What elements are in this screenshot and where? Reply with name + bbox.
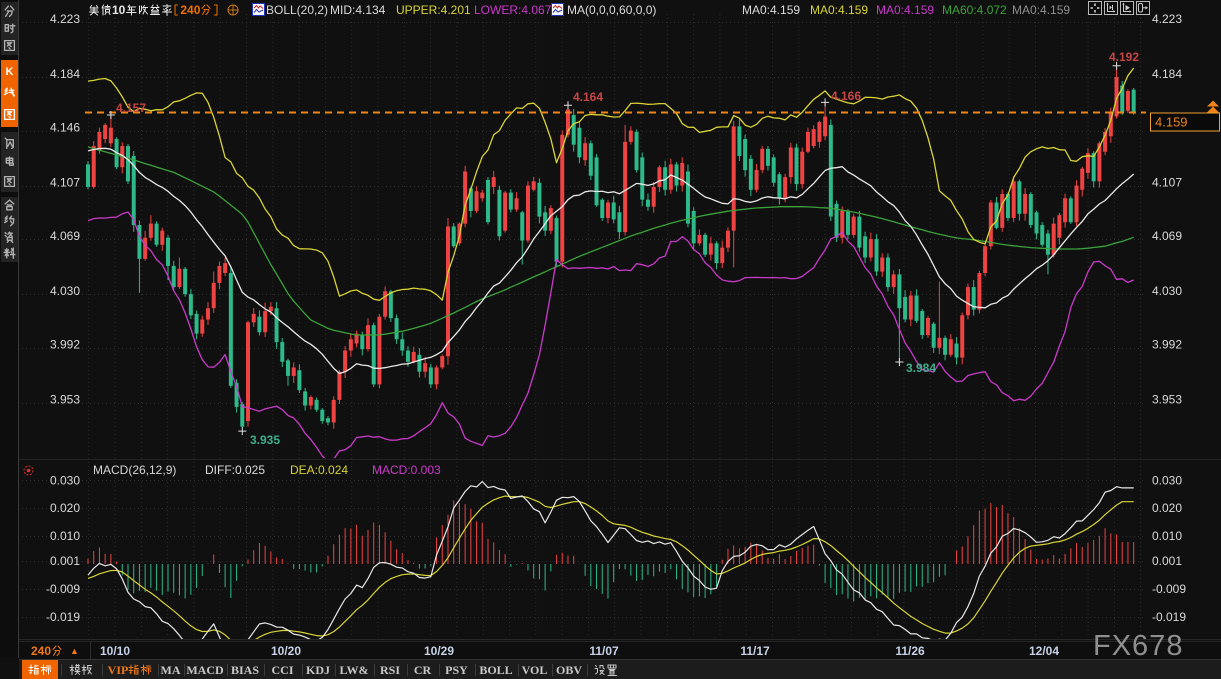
grid-layer (22, 14, 1146, 638)
boll-legend-item: BOLL(20,2) (266, 0, 328, 19)
macd-indicator-icon (22, 464, 35, 477)
price-axis-label-right: 4.184 (1152, 67, 1182, 81)
toolbar-button-ma[interactable]: MA (160, 660, 181, 679)
toolbar-button-vol[interactable]: VOL (520, 660, 549, 679)
toolbar-button-obv[interactable]: OBV (554, 660, 584, 679)
price-axis-label-right: 4.069 (1152, 229, 1182, 243)
toolbar-button-psy[interactable]: PSY (441, 660, 472, 679)
bottom-toolbar: VIPMA MACD BIAS CCI KDJ LW&RSI CR PSY BOLL VOL OBV (19, 659, 1221, 679)
macd-legend-item: DEA:0.024 (290, 461, 348, 479)
ma-legend-item: MA0:4.159 (742, 0, 800, 19)
x-axis-date: 12/04 (1029, 644, 1059, 658)
toolbar-button-kdj[interactable]: KDJ (304, 660, 332, 679)
axis-separator (90, 642, 91, 659)
macd-axis-label-left: -0.009 (46, 582, 80, 596)
ma-legend-name: MA(0,0,0,60,0,0) (567, 0, 656, 19)
macd-legend-item: DIFF:0.025 (205, 461, 265, 479)
price-axis-label-left: 4.069 (50, 229, 80, 243)
price-axis-label-right: 3.953 (1152, 393, 1182, 407)
toolbar-button-settings[interactable] (589, 660, 622, 679)
macd-legend-row: MACD(26,12,9) DIFF:0.025 DEA:0.024 MACD:0.0… (0, 461, 1221, 479)
boll-legend-item: MID:4.134 (330, 0, 385, 19)
x-axis-row: 240▲ 10/10 10/20 10/29 11/07 11/17 11/26 12/04 (19, 641, 1221, 659)
toolbar-button-indicator[interactable] (22, 660, 58, 679)
price-annotation: 4.192 (1109, 50, 1139, 64)
ma-legend (551, 0, 568, 19)
boll-upper-line (88, 68, 1134, 300)
period-label[interactable]: 240▲ (31, 644, 79, 658)
price-axis-label-left: 4.184 (50, 67, 80, 81)
x-axis-date: 10/20 (271, 644, 301, 658)
macd-legend-item: MACD(26,12,9) (93, 461, 176, 479)
chart-title: 10240 (88, 0, 239, 19)
price-axis-label-right: 3.992 (1152, 338, 1182, 352)
indicator-legend-bar: 10240 BOLL(20,2)MID:4.134 UPPER:4.201LOWER… (0, 0, 1221, 19)
trading-terminal-window: 4.2234.2234.1844.1844.1464.1464.1074.107… (0, 0, 1221, 679)
macd-axis-label-right: -0.019 (1152, 610, 1186, 624)
toolbar-button-template[interactable] (63, 660, 99, 679)
toolbar-button-boll[interactable]: BOLL (477, 660, 515, 679)
sidebar-tab-3[interactable] (1, 132, 18, 192)
macd-axis-label-left: 0.001 (50, 554, 80, 568)
candles-layer (86, 66, 1136, 429)
left-tab-strip: K (0, 0, 19, 658)
watermark: FX678 (1093, 630, 1183, 663)
price-annotation: 3.984 (906, 361, 936, 375)
ma-legend-item: MA0:4.159 (1012, 0, 1070, 19)
add-indicator-icon[interactable] (227, 4, 239, 16)
play-forward-icon[interactable] (1120, 1, 1134, 15)
toolbar-button-cr[interactable]: CR (409, 660, 436, 679)
zoom-to-start-icon[interactable] (1104, 1, 1118, 15)
toolbar-button-rsi[interactable]: RSI (376, 660, 404, 679)
ma-legend-item: MA0:4.159 (810, 0, 868, 19)
macd-axis-label-left: 0.020 (50, 501, 80, 515)
x-axis-date: 11/17 (740, 644, 769, 658)
price-annotation: 3.935 (250, 433, 280, 447)
x-axis-date: 11/26 (895, 644, 924, 658)
macd-axis-label-right: -0.009 (1152, 582, 1186, 596)
boll-legend-item: UPPER:4.201 (396, 0, 471, 19)
x-axis-date: 10/10 (100, 644, 130, 658)
ma-legend-item: MA0:4.159 (876, 0, 934, 19)
macd-axis-label-left: -0.019 (46, 610, 80, 624)
toolbar-button-lw[interactable]: LW& (337, 660, 371, 679)
price-axis-label-left: 3.992 (50, 338, 80, 352)
macd-axis-label-right: 0.001 (1152, 554, 1182, 568)
price-annotation: 4.164 (573, 90, 603, 104)
exit-pane-icon[interactable] (1136, 1, 1150, 15)
candlestick-chart-canvas[interactable]: 4.2234.2234.1844.1844.1464.1464.1074.107… (0, 0, 1221, 679)
ma-legend-item: MA60:4.072 (942, 0, 1007, 19)
price-axis-label-left: 4.030 (50, 284, 80, 298)
boll-legend-item: LOWER:4.067 (474, 0, 551, 19)
toolbar-button-vip-indicator[interactable]: VIP (104, 660, 156, 679)
macd-dea-line (88, 496, 1134, 643)
price-annotation: 4.157 (116, 101, 146, 115)
macd-legend-item: MACD:0.003 (372, 461, 441, 479)
current-price-value: 4.159 (1155, 115, 1188, 130)
x-axis-date: 10/29 (424, 644, 454, 658)
price-axis-label-right: 4.030 (1152, 284, 1182, 298)
macd-axis-label-left: 0.010 (50, 529, 80, 543)
sidebar-tab-4[interactable] (1, 197, 18, 262)
x-axis-date: 11/07 (589, 644, 618, 658)
macd-axis-label-right: 0.010 (1152, 529, 1182, 543)
sidebar-tab-2[interactable]: K (1, 60, 18, 127)
price-axis-label-left: 3.953 (50, 393, 80, 407)
price-axis-label-left: 4.146 (50, 121, 80, 135)
indicator-chart-icon (551, 3, 564, 16)
toolbar-button-cci[interactable]: CCI (266, 660, 299, 679)
macd-axis-label-right: 0.020 (1152, 501, 1182, 515)
price-axis-label-left: 4.107 (50, 176, 80, 190)
boll-lower-line (88, 212, 1134, 461)
move-crosshair-icon[interactable] (1088, 1, 1102, 15)
price-annotation: 4.166 (831, 89, 861, 103)
toolbar-button-macd[interactable]: MACD (186, 660, 224, 679)
indicator-chart-icon (252, 3, 265, 16)
toolbar-button-bias[interactable]: BIAS (229, 660, 261, 679)
price-axis-label-right: 4.107 (1152, 176, 1182, 190)
